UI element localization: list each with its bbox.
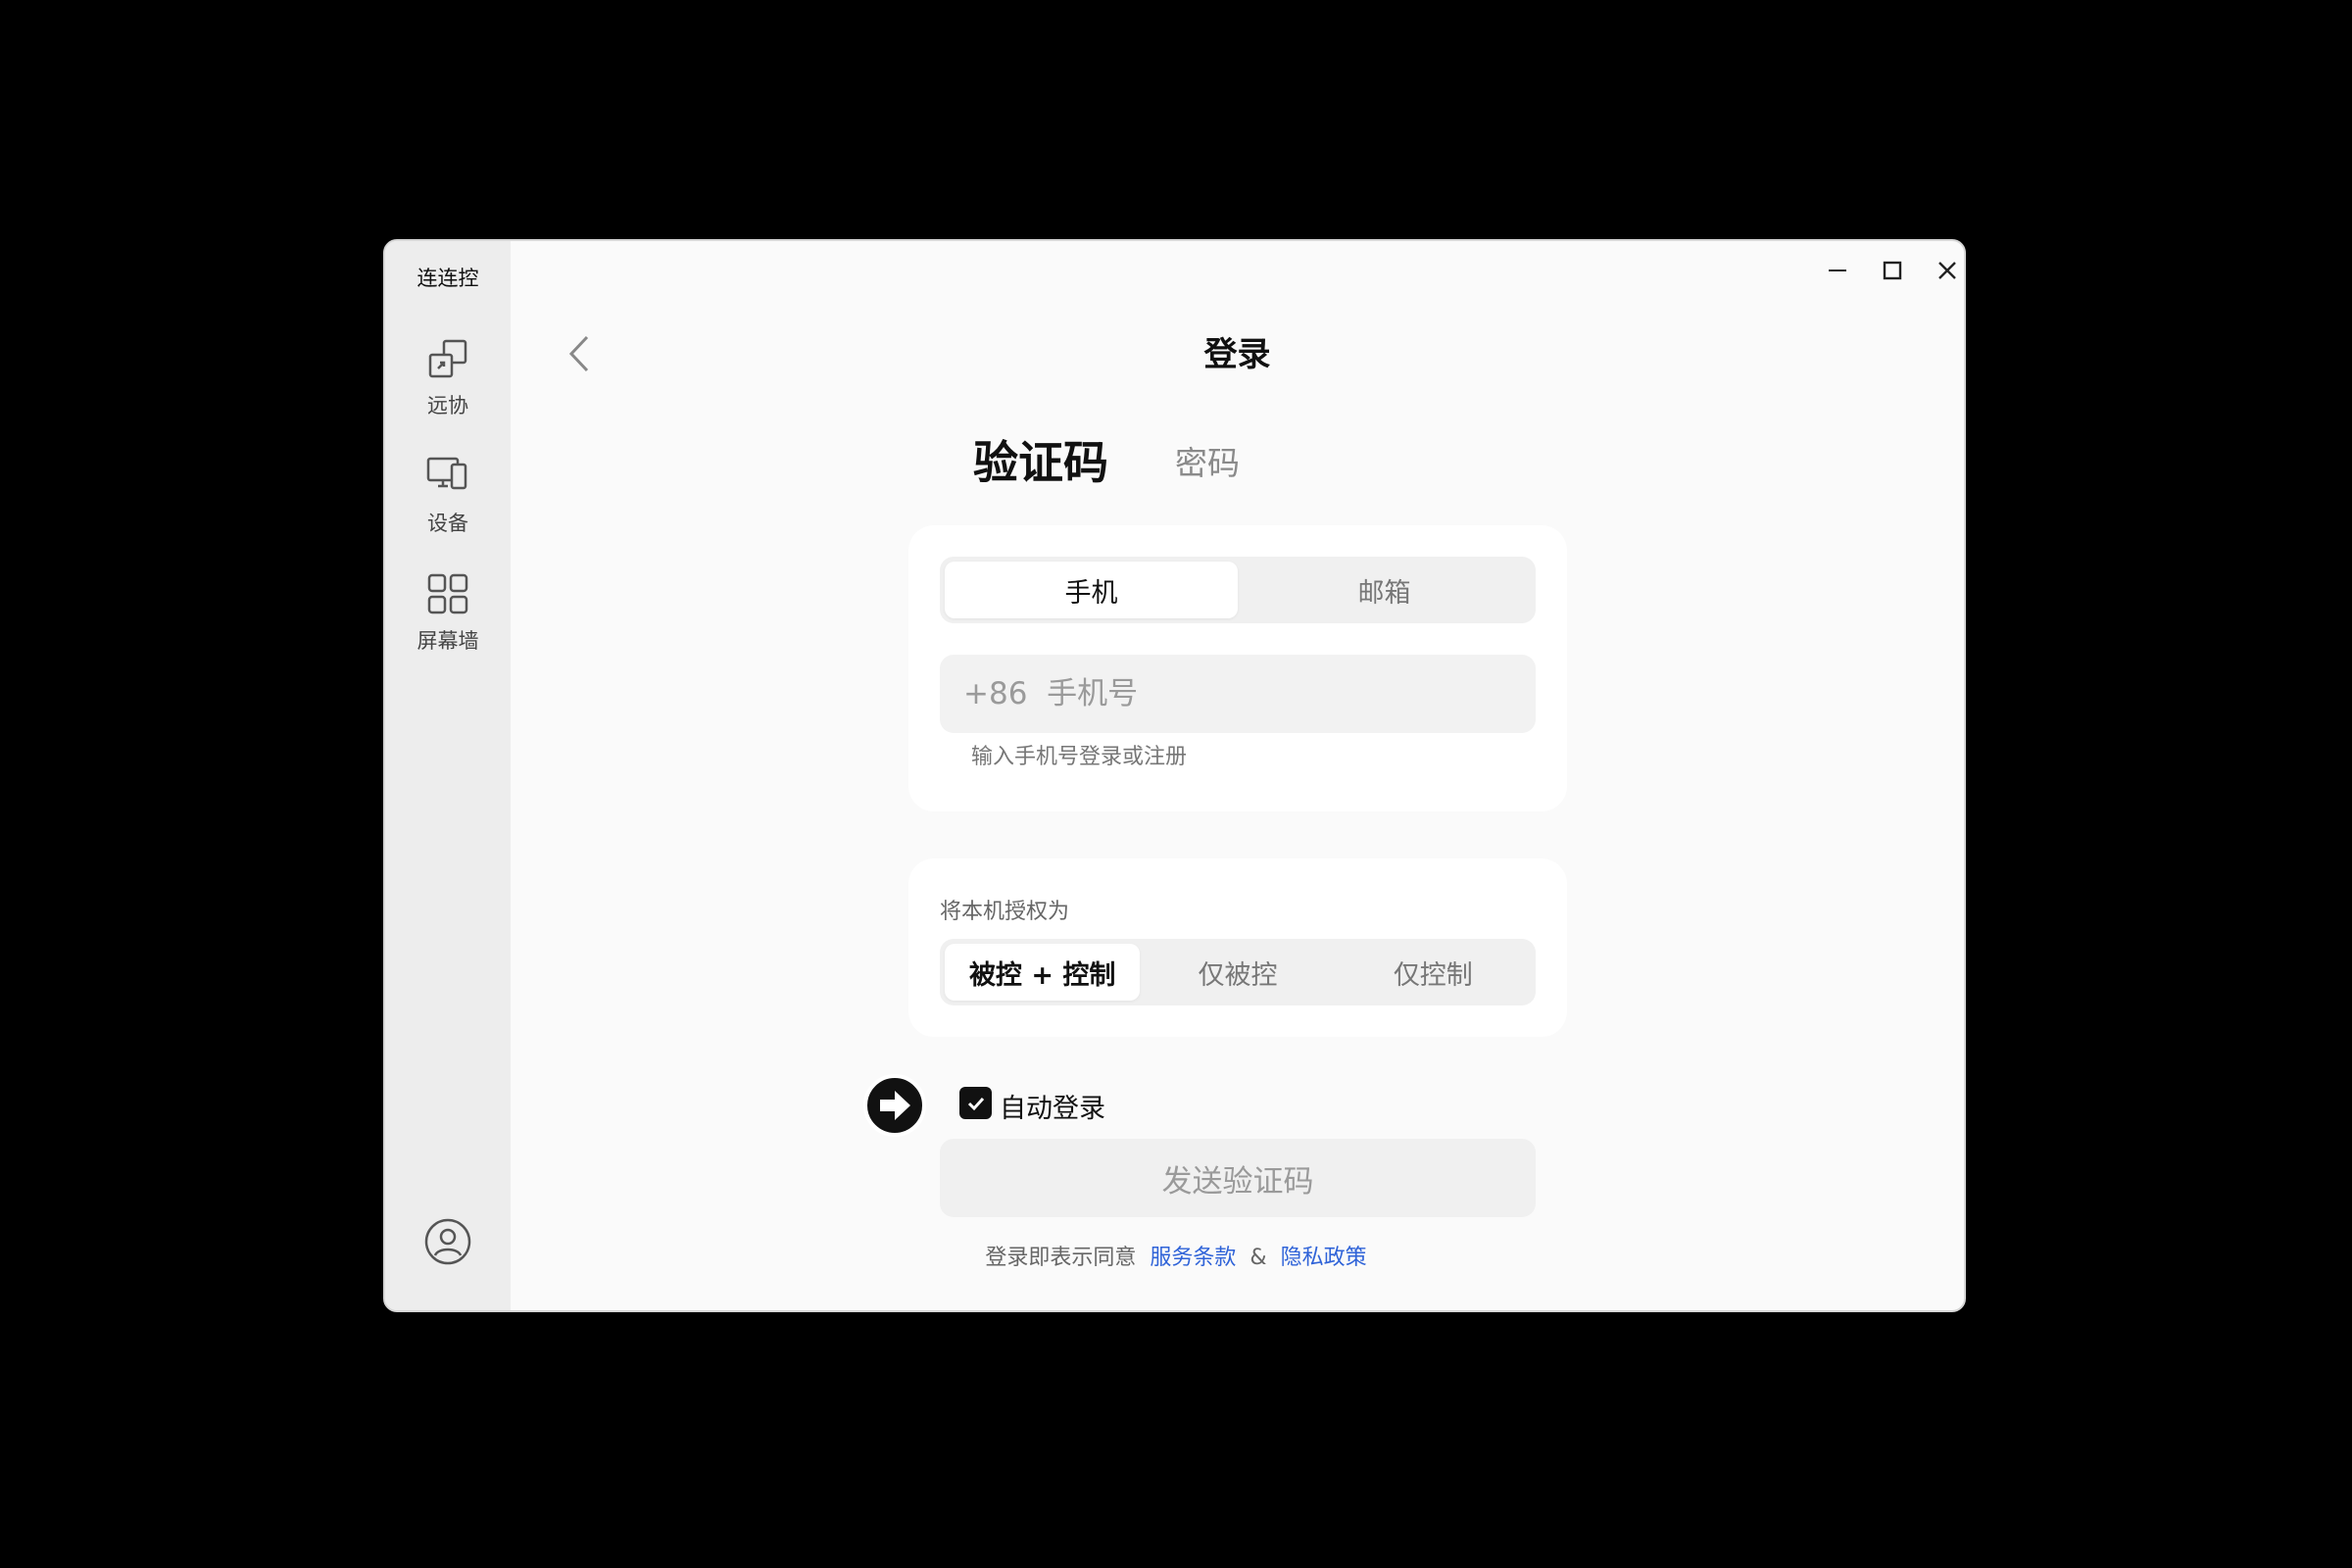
authorization-label: 将本机授权为 (940, 900, 1070, 924)
close-icon (1938, 262, 1956, 279)
legal-text: 登录即表示同意 服务条款 & 隐私政策 (0, 1240, 2352, 1271)
toggle-email[interactable]: 邮箱 (1238, 562, 1531, 618)
sidebar-item-remote[interactable]: 远协 (385, 335, 511, 433)
app-title: 连连控 (416, 267, 479, 290)
phone-hint: 输入手机号登录或注册 (971, 745, 1188, 769)
sidebar-item-screen-wall[interactable]: 屏幕墙 (385, 570, 511, 668)
auto-login-label: 自动登录 (1000, 1094, 1105, 1124)
auto-login-checkbox[interactable] (959, 1087, 992, 1119)
sidebar: 连连控 远协 设备 屏幕墙 (385, 241, 511, 1310)
auth-option-control-only[interactable]: 仅控制 (1336, 944, 1531, 1001)
remote-copy-icon (428, 339, 467, 378)
sidebar-item-label: 屏幕墙 (416, 629, 479, 653)
devices-icon (426, 457, 467, 490)
legal-prefix: 登录即表示同意 (985, 1246, 1137, 1270)
phone-input[interactable] (940, 655, 1536, 733)
authorization-toggle: 被控 + 控制 仅被控 仅控制 (940, 939, 1536, 1005)
send-code-button[interactable]: 发送验证码 (940, 1139, 1536, 1217)
contact-type-toggle: 手机 邮箱 (940, 557, 1536, 623)
terms-link[interactable]: 服务条款 (1150, 1246, 1236, 1270)
check-icon (967, 1097, 984, 1110)
close-button[interactable] (1928, 253, 1964, 288)
sidebar-item-label: 设备 (427, 512, 468, 535)
privacy-link[interactable]: 隐私政策 (1281, 1246, 1367, 1270)
maximize-icon (1883, 261, 1902, 280)
legal-amp: & (1250, 1246, 1267, 1270)
arrow-cursor-icon (863, 1074, 926, 1137)
toggle-phone[interactable]: 手机 (945, 562, 1238, 618)
auth-option-controlled-only[interactable]: 仅被控 (1140, 944, 1335, 1001)
contact-card: 手机 邮箱 输入手机号登录或注册 (908, 525, 1567, 811)
tab-password[interactable]: 密码 (1175, 437, 1240, 484)
sidebar-item-label: 远协 (427, 394, 468, 417)
page-title: 登录 (1203, 335, 1271, 374)
sidebar-item-devices[interactable]: 设备 (385, 453, 511, 551)
authorization-card: 将本机授权为 被控 + 控制 仅被控 仅控制 (908, 858, 1567, 1037)
tab-verification-code[interactable]: 验证码 (973, 427, 1108, 492)
grid-icon (427, 573, 468, 614)
minimize-icon (1829, 270, 1846, 271)
auth-option-both[interactable]: 被控 + 控制 (945, 944, 1141, 1001)
maximize-button[interactable] (1873, 253, 1912, 288)
minimize-button[interactable] (1818, 253, 1857, 288)
